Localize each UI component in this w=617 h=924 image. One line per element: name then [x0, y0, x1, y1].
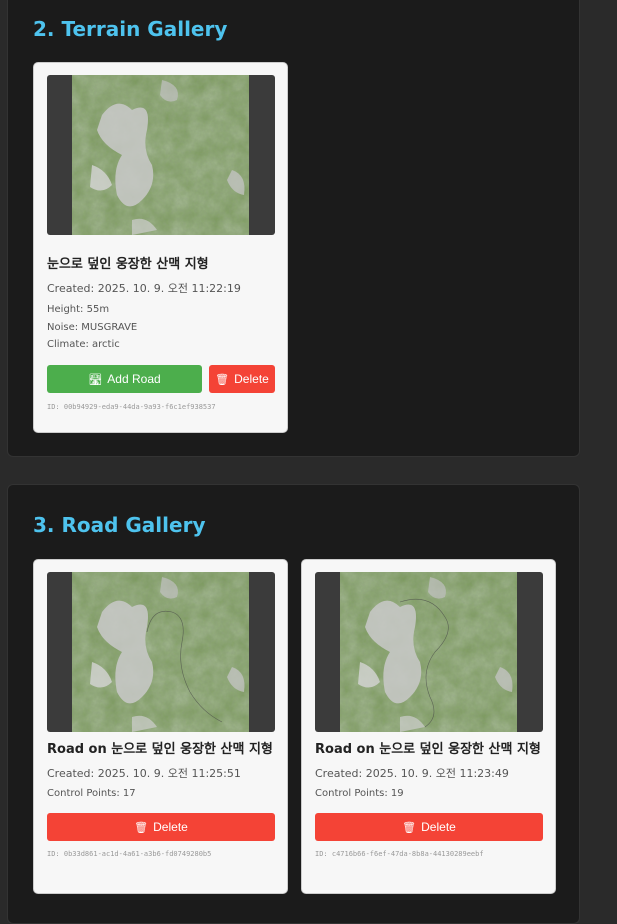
terrain-card-noise: Noise: MUSGRAVE [47, 322, 138, 333]
road-terrain-image [340, 572, 517, 732]
terrain-image [72, 75, 249, 235]
terrain-gallery-title: 2. Terrain Gallery [33, 17, 228, 41]
terrain-card-title: 눈으로 덮인 웅장한 산맥 지형 [47, 257, 209, 272]
road-card-id: ID: c4716b66-f6ef-47da-8b8a-44130289eebf [315, 850, 484, 858]
terrain-gallery-section: 2. Terrain Gallery 눈으로 덮인 웅장한 산맥 지형 Crea… [7, 0, 580, 457]
delete-road-button[interactable]: 🗑 Delete [315, 813, 543, 841]
delete-label: Delete [421, 820, 456, 834]
road-card-id: ID: 0b33d861-ac1d-4a61-a3b6-fd0749280b5 [47, 850, 212, 858]
terrain-card-climate: Climate: arctic [47, 339, 120, 350]
terrain-card-id: ID: 00b94929-eda9-44da-9a93-f6c1ef938537 [47, 403, 216, 411]
delete-road-button[interactable]: 🗑 Delete [47, 813, 275, 841]
road-card: Road on 눈으로 덮인 웅장한 산맥 지형 Created: 2025. … [33, 559, 288, 894]
road-card-title: Road on 눈으로 덮인 웅장한 산맥 지형 [47, 742, 273, 757]
delete-terrain-button[interactable]: 🗑 Delete [209, 365, 275, 393]
road-icon: 🛣 [88, 373, 103, 386]
wastebasket-icon: 🗑 [134, 821, 149, 834]
road-card-created: Created: 2025. 10. 9. 오전 11:23:49 [315, 767, 509, 780]
add-road-label: Add Road [107, 372, 161, 386]
terrain-card-height: Height: 55m [47, 304, 110, 315]
road-gallery-title: 3. Road Gallery [33, 513, 206, 537]
delete-label: Delete [234, 372, 269, 386]
road-card-created: Created: 2025. 10. 9. 오전 11:25:51 [47, 767, 241, 780]
wastebasket-icon: 🗑 [215, 373, 230, 386]
road-thumbnail [315, 572, 543, 732]
road-card-control-points: Control Points: 19 [315, 788, 404, 799]
road-terrain-image [72, 572, 249, 732]
road-gallery-section: 3. Road Gallery Road on 눈으로 덮인 웅장한 산맥 지형… [7, 484, 580, 924]
delete-label: Delete [153, 820, 188, 834]
road-card-control-points: Control Points: 17 [47, 788, 136, 799]
terrain-card-created: Created: 2025. 10. 9. 오전 11:22:19 [47, 282, 241, 295]
terrain-thumbnail [47, 75, 275, 235]
road-thumbnail [47, 572, 275, 732]
road-card-title: Road on 눈으로 덮인 웅장한 산맥 지형 [315, 742, 541, 757]
terrain-card: 눈으로 덮인 웅장한 산맥 지형 Created: 2025. 10. 9. 오… [33, 62, 288, 433]
road-card: Road on 눈으로 덮인 웅장한 산맥 지형 Created: 2025. … [301, 559, 556, 894]
add-road-button[interactable]: 🛣 Add Road [47, 365, 202, 393]
wastebasket-icon: 🗑 [402, 821, 417, 834]
